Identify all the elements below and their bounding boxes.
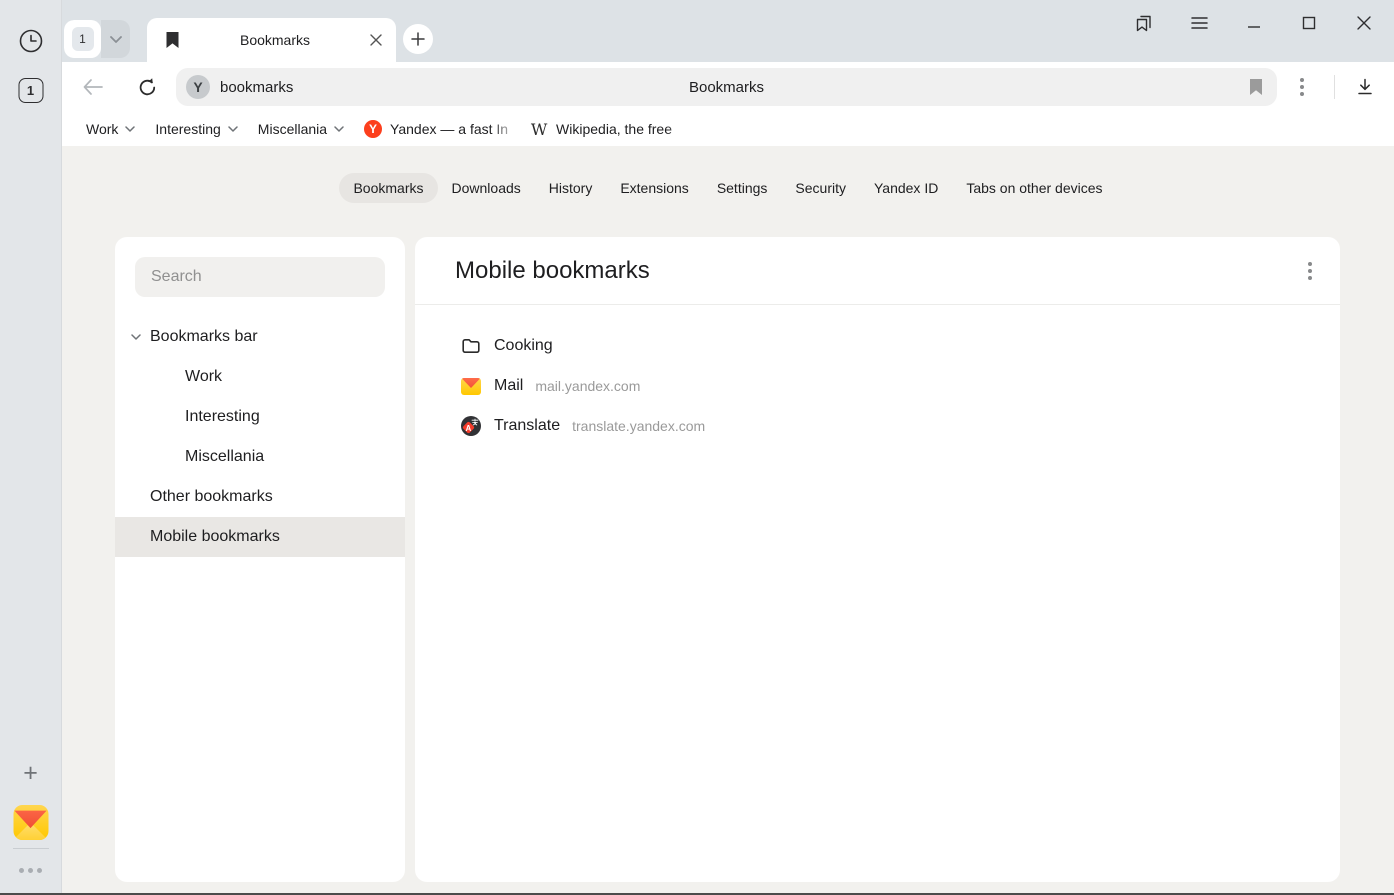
chevron-down-icon — [334, 126, 344, 132]
tree-item-bookmarks-bar[interactable]: Bookmarks bar — [115, 317, 405, 357]
yandex-mail-app-icon[interactable] — [13, 805, 48, 840]
bookmarks-bar: Work Interesting Miscellania Y Yandex — … — [62, 112, 1394, 146]
tab-bookmarks[interactable]: Bookmarks — [339, 173, 437, 203]
tab-history[interactable]: History — [535, 173, 607, 203]
manager-nav-tabs: Bookmarks Downloads History Extensions S… — [62, 173, 1394, 203]
side-rail: 1 + — [0, 0, 62, 893]
yandex-favicon: Y — [364, 120, 382, 138]
panel-title: Mobile bookmarks — [455, 257, 650, 285]
wikipedia-favicon: W — [530, 120, 548, 138]
panel-header: Mobile bookmarks — [415, 237, 1340, 305]
window-controls — [1103, 9, 1378, 37]
new-tab-button[interactable] — [403, 24, 433, 54]
tree-item-work[interactable]: Work — [115, 357, 405, 397]
panel-more-button[interactable] — [1308, 262, 1312, 280]
tree-item-other-bookmarks[interactable]: Other bookmarks — [115, 477, 405, 517]
close-window-button[interactable] — [1350, 9, 1378, 37]
hamburger-menu-icon — [1191, 16, 1208, 30]
bookmarks-bar-link-yandex[interactable]: Y Yandex — a fast In — [354, 116, 520, 142]
list-item-mail[interactable]: Mail mail.yandex.com — [415, 366, 1340, 406]
maximize-icon — [1302, 16, 1316, 30]
tab-security[interactable]: Security — [781, 173, 860, 203]
bookmark-list: Cooking Mail mail.yandex.com A Translat — [415, 305, 1340, 446]
browser-toolbar: Y bookmarks Bookmarks — [62, 62, 1394, 112]
tab-group-count-badge: 1 — [72, 27, 94, 51]
bookmarks-bar-link-wikipedia[interactable]: W Wikipedia, the free — [520, 116, 696, 142]
tab-settings[interactable]: Settings — [703, 173, 782, 203]
tab-extensions[interactable]: Extensions — [606, 173, 702, 203]
back-arrow-icon — [83, 79, 103, 95]
tab-downloads[interactable]: Downloads — [438, 173, 535, 203]
folders-sidebar: Bookmarks bar Work Interesting Miscellan… — [115, 237, 405, 882]
yandex-mail-favicon — [461, 376, 481, 396]
label-fade — [666, 116, 696, 142]
label-fade — [490, 116, 520, 142]
rail-more-icon[interactable] — [13, 862, 49, 878]
tree-item-interesting[interactable]: Interesting — [115, 397, 405, 437]
address-bar[interactable]: Y bookmarks Bookmarks — [176, 68, 1277, 106]
back-button[interactable] — [81, 75, 105, 99]
chevron-down-icon[interactable] — [131, 334, 141, 340]
tab-group-chevron[interactable] — [101, 20, 130, 58]
bookmarks-bar-folder-work[interactable]: Work — [76, 116, 145, 142]
url-text[interactable]: bookmarks — [220, 79, 293, 96]
browser-menu-button[interactable] — [1185, 9, 1213, 37]
bookmarks-bar-folder-interesting[interactable]: Interesting — [145, 116, 247, 142]
tab-group-button[interactable]: 1 — [64, 20, 101, 58]
tree-item-mobile-bookmarks[interactable]: Mobile bookmarks — [115, 517, 405, 557]
bookmark-url: mail.yandex.com — [535, 378, 640, 394]
bookmark-icon — [165, 31, 180, 49]
minimize-button[interactable] — [1240, 9, 1268, 37]
tab-close-icon[interactable] — [370, 34, 382, 46]
bookmarks-bar-folder-miscellania[interactable]: Miscellania — [248, 116, 354, 142]
bookmarks-panel-icon — [1133, 12, 1155, 34]
bookmarks-manager-page: Bookmarks Downloads History Extensions S… — [62, 146, 1394, 893]
minimize-icon — [1247, 16, 1261, 30]
downloads-button[interactable] — [1353, 75, 1377, 99]
bookmark-url: translate.yandex.com — [572, 418, 705, 434]
toolbar-more-button[interactable] — [1290, 75, 1314, 99]
toolbar-separator — [1334, 75, 1335, 99]
tab-other-devices[interactable]: Tabs on other devices — [952, 173, 1116, 203]
tab-title: Bookmarks — [180, 32, 370, 48]
rail-tab-counter-value: 1 — [27, 83, 34, 98]
site-favicon-yandex: Y — [186, 75, 210, 99]
history-clock-icon[interactable] — [18, 28, 44, 54]
reload-button[interactable] — [135, 75, 159, 99]
bookmark-flag-icon[interactable] — [1249, 78, 1263, 96]
bookmarks-panel-button[interactable] — [1130, 9, 1158, 37]
tab-yandex-id[interactable]: Yandex ID — [860, 173, 952, 203]
rail-tab-counter[interactable]: 1 — [18, 78, 43, 103]
search-input[interactable] — [135, 257, 385, 297]
folder-icon — [461, 336, 481, 356]
close-icon — [1357, 16, 1371, 30]
plus-icon — [411, 32, 425, 46]
rail-divider — [13, 848, 49, 849]
folder-tree: Bookmarks bar Work Interesting Miscellan… — [115, 317, 405, 557]
list-item-cooking[interactable]: Cooking — [415, 326, 1340, 366]
page-title: Bookmarks — [176, 79, 1277, 96]
hanzi-glyph — [471, 418, 479, 426]
bookmarks-panel: Mobile bookmarks Cooking Mail mail.yande… — [415, 237, 1340, 882]
chevron-down-icon — [125, 126, 135, 132]
download-icon — [1355, 77, 1375, 97]
maximize-button[interactable] — [1295, 9, 1323, 37]
tree-item-miscellania[interactable]: Miscellania — [115, 437, 405, 477]
browser-tab-bookmarks[interactable]: Bookmarks — [147, 18, 396, 62]
rail-add-icon[interactable]: + — [18, 760, 44, 786]
kebab-icon — [1300, 78, 1304, 96]
yandex-translate-favicon: A — [461, 416, 481, 436]
tab-group-control[interactable]: 1 — [64, 20, 130, 58]
reload-icon — [137, 77, 158, 98]
list-item-translate[interactable]: A Translate translate.yandex.com — [415, 406, 1340, 446]
tab-strip: 1 Bookmarks — [62, 0, 1394, 62]
chevron-down-icon — [228, 126, 238, 132]
chevron-down-icon — [110, 36, 122, 43]
